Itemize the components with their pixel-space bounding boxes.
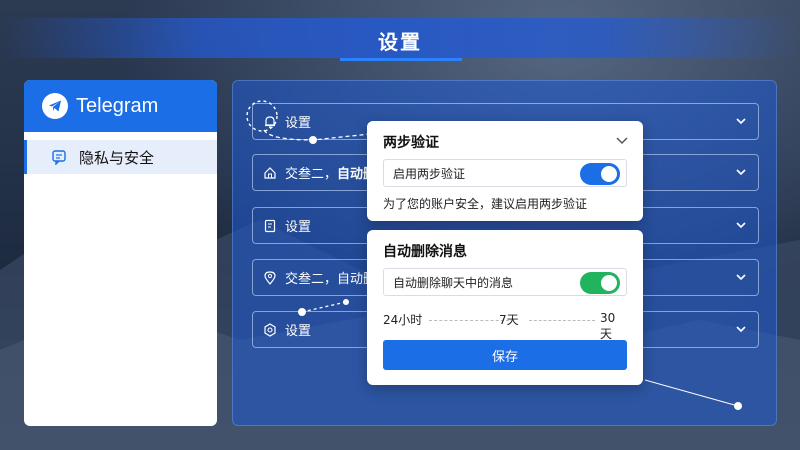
duration-selector[interactable]: 24小时 7天 30天 bbox=[383, 311, 627, 341]
chevron-down-icon[interactable] bbox=[734, 165, 748, 179]
auto-delete-card: 自动删除消息 自动删除聊天中的消息 24小时 7天 30天 保存 bbox=[367, 230, 643, 385]
duration-track bbox=[429, 320, 509, 321]
two-step-title: 两步验证 bbox=[383, 135, 439, 151]
row-label: 设置 bbox=[285, 324, 312, 339]
auto-delete-toggle-label: 自动删除聊天中的消息 bbox=[393, 275, 514, 290]
chevron-down-icon[interactable] bbox=[734, 270, 748, 284]
sidebar-brand: Telegram bbox=[24, 80, 217, 132]
page-title: 设置 bbox=[378, 30, 422, 54]
sidebar: Telegram 隐私与安全 bbox=[24, 80, 217, 426]
auto-delete-title: 自动删除消息 bbox=[383, 244, 467, 260]
row-label: 设置 bbox=[285, 220, 312, 235]
brand-name: Telegram bbox=[76, 94, 159, 117]
bell-icon bbox=[265, 115, 275, 128]
chevron-down-icon[interactable] bbox=[734, 322, 748, 336]
message-square-icon bbox=[52, 150, 66, 165]
two-step-card: 两步验证 启用两步验证 为了您的账户安全，建议启用两步验证 bbox=[367, 121, 643, 221]
row-label: 设置 bbox=[285, 116, 312, 131]
duration-option[interactable]: 24小时 bbox=[383, 311, 422, 328]
title-bar: 设置 bbox=[0, 18, 800, 61]
toggle-knob bbox=[601, 275, 617, 291]
row-label: 交叁二，自动删 bbox=[285, 272, 377, 287]
auto-delete-toggle[interactable] bbox=[580, 272, 620, 294]
chevron-down-icon[interactable] bbox=[734, 218, 748, 232]
gear-icon bbox=[264, 322, 276, 337]
duration-track bbox=[529, 320, 595, 321]
location-pin-icon bbox=[264, 270, 276, 285]
sidebar-item-label: 隐私与安全 bbox=[79, 148, 155, 167]
duration-option[interactable]: 30天 bbox=[600, 311, 627, 342]
chevron-down-icon[interactable] bbox=[734, 114, 748, 128]
two-step-toggle-row: 启用两步验证 bbox=[383, 159, 627, 187]
two-step-toggle-label: 启用两步验证 bbox=[393, 166, 466, 181]
two-step-toggle[interactable] bbox=[580, 163, 620, 185]
chevron-down-icon[interactable] bbox=[615, 133, 629, 147]
sidebar-item-privacy-security[interactable]: 隐私与安全 bbox=[24, 140, 217, 174]
two-step-hint: 为了您的账户安全，建议启用两步验证 bbox=[383, 197, 588, 211]
auto-delete-toggle-row: 自动删除聊天中的消息 bbox=[383, 268, 627, 296]
row-label: 交叁二， bbox=[285, 167, 338, 182]
title-underline bbox=[340, 58, 462, 61]
save-button[interactable]: 保存 bbox=[383, 340, 627, 370]
document-icon bbox=[264, 219, 276, 232]
toggle-knob bbox=[601, 166, 617, 182]
home-icon bbox=[264, 166, 276, 179]
telegram-logo-icon bbox=[42, 93, 68, 119]
duration-option[interactable]: 7天 bbox=[499, 311, 519, 328]
